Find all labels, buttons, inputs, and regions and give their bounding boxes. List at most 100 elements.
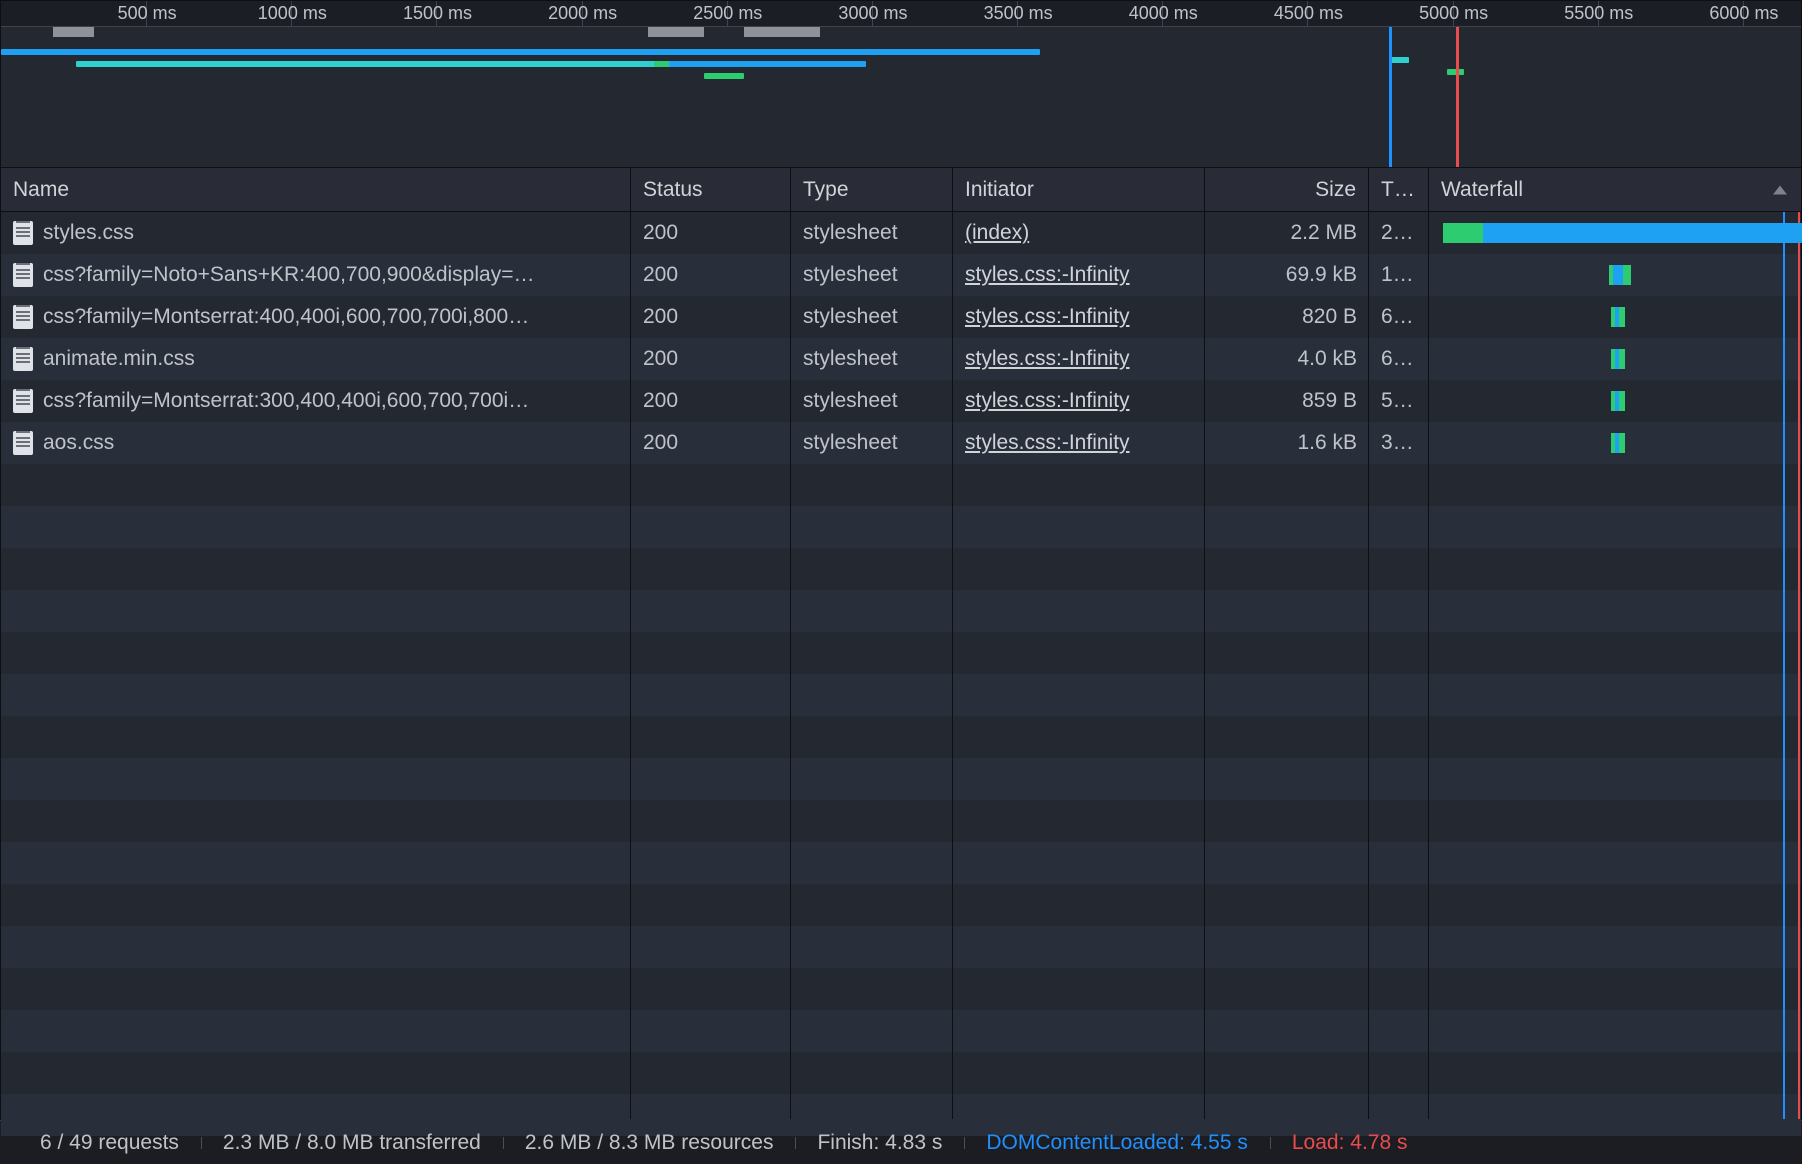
table-row[interactable]: css?family=Montserrat:300,400,400i,600,7… (1, 380, 1801, 422)
cell-time: 3… (1369, 431, 1429, 455)
timeline-tick-label: 5500 ms (1564, 3, 1633, 24)
timeline-tick: 2000 ms (582, 1, 583, 26)
table-row[interactable]: css?family=Noto+Sans+KR:400,700,900&disp… (1, 254, 1801, 296)
cell-name[interactable]: aos.css (1, 431, 631, 455)
cell-waterfall[interactable] (1429, 422, 1801, 464)
overview-gray-segment (53, 27, 94, 37)
waterfall-tail-segment (1619, 349, 1625, 369)
cell-status: 200 (631, 263, 791, 287)
cell-initiator: styles.css:-Infinity (953, 431, 1205, 455)
cell-time: 1… (1369, 263, 1429, 287)
cell-initiator: (index) (953, 221, 1205, 245)
cell-size: 2.2 MB (1205, 221, 1369, 245)
waterfall-tail-segment (1619, 307, 1625, 327)
table-row[interactable]: css?family=Montserrat:400,400i,600,700,7… (1, 296, 1801, 338)
column-header-initiator[interactable]: Initiator (953, 168, 1205, 211)
column-header-size[interactable]: Size (1205, 168, 1369, 211)
status-dcl: DOMContentLoaded: 4.55 s (964, 1131, 1270, 1155)
cell-waterfall[interactable] (1429, 254, 1801, 296)
cell-name[interactable]: styles.css (1, 221, 631, 245)
file-icon (13, 263, 33, 287)
timeline-tick-label: 3500 ms (984, 3, 1053, 24)
overview-bar (76, 61, 668, 67)
cell-size: 820 B (1205, 305, 1369, 329)
overview-gray-segment (744, 27, 819, 37)
file-name: aos.css (43, 431, 114, 455)
timeline-overview[interactable]: 500 ms1000 ms1500 ms2000 ms2500 ms3000 m… (0, 0, 1802, 168)
overview-bar (704, 73, 745, 79)
initiator-link[interactable]: (index) (965, 221, 1029, 244)
cell-status: 200 (631, 347, 791, 371)
timeline-tick: 4000 ms (1162, 1, 1163, 26)
timeline-tick-label: 1000 ms (258, 3, 327, 24)
timeline-tick-label: 2000 ms (548, 3, 617, 24)
cell-name[interactable]: css?family=Montserrat:300,400,400i,600,7… (1, 389, 631, 413)
initiator-link[interactable]: styles.css:-Infinity (965, 389, 1130, 412)
cell-status: 200 (631, 389, 791, 413)
waterfall-bar (1611, 391, 1625, 411)
overview-bar (1389, 57, 1409, 63)
initiator-link[interactable]: styles.css:-Infinity (965, 305, 1130, 328)
cell-initiator: styles.css:-Infinity (953, 305, 1205, 329)
file-name: styles.css (43, 221, 134, 245)
file-name: css?family=Montserrat:400,400i,600,700,7… (43, 305, 529, 329)
cell-type: stylesheet (791, 347, 953, 371)
waterfall-tail-segment (1619, 391, 1625, 411)
waterfall-bar (1611, 349, 1625, 369)
file-icon (13, 347, 33, 371)
column-header-type[interactable]: Type (791, 168, 953, 211)
column-header-waterfall[interactable]: Waterfall (1429, 168, 1801, 211)
timeline-tick-label: 2500 ms (693, 3, 762, 24)
waterfall-download-segment (1483, 223, 1802, 243)
overview-bar (669, 61, 866, 67)
waterfall-tail-segment (1619, 433, 1625, 453)
timeline-tick: 2500 ms (727, 1, 728, 26)
column-header-name[interactable]: Name (1, 168, 631, 211)
timeline-tick: 6000 ms (1743, 1, 1744, 26)
initiator-link[interactable]: styles.css:-Infinity (965, 431, 1130, 454)
waterfall-tail-segment (1623, 265, 1631, 285)
cell-waterfall[interactable] (1429, 338, 1801, 380)
timeline-tick: 5000 ms (1453, 1, 1454, 26)
cell-size: 69.9 kB (1205, 263, 1369, 287)
column-header-time[interactable]: T… (1369, 168, 1429, 211)
cell-name[interactable]: css?family=Montserrat:400,400i,600,700,7… (1, 305, 631, 329)
table-row[interactable]: animate.min.css200stylesheet styles.css:-… (1, 338, 1801, 380)
cell-initiator: styles.css:-Infinity (953, 263, 1205, 287)
cell-size: 859 B (1205, 389, 1369, 413)
timeline-body[interactable] (1, 27, 1801, 167)
cell-size: 4.0 kB (1205, 347, 1369, 371)
column-header-status[interactable]: Status (631, 168, 791, 211)
cell-name[interactable]: animate.min.css (1, 347, 631, 371)
file-name: css?family=Noto+Sans+KR:400,700,900&disp… (43, 263, 534, 287)
waterfall-bar (1611, 433, 1625, 453)
initiator-link[interactable]: styles.css:-Infinity (965, 347, 1130, 370)
timeline-tick: 3500 ms (1017, 1, 1018, 26)
status-transferred: 2.3 MB / 8.0 MB transferred (201, 1131, 503, 1155)
cell-initiator: styles.css:-Infinity (953, 347, 1205, 371)
timeline-tick-label: 4500 ms (1274, 3, 1343, 24)
timeline-ruler[interactable]: 500 ms1000 ms1500 ms2000 ms2500 ms3000 m… (1, 1, 1801, 27)
initiator-link[interactable]: styles.css:-Infinity (965, 263, 1130, 286)
cell-status: 200 (631, 221, 791, 245)
waterfall-bar (1443, 223, 1802, 243)
cell-waterfall[interactable] (1429, 212, 1801, 254)
timeline-tick: 1500 ms (436, 1, 437, 26)
table-body[interactable]: styles.css200stylesheet(index)2.2 MB2…cs… (0, 212, 1802, 1120)
cell-name[interactable]: css?family=Noto+Sans+KR:400,700,900&disp… (1, 263, 631, 287)
file-icon (13, 389, 33, 413)
file-icon (13, 221, 33, 245)
table-row[interactable]: aos.css200stylesheetstyles.css:-Infinity… (1, 422, 1801, 464)
cell-waterfall[interactable] (1429, 380, 1801, 422)
waterfall-download-segment (1613, 265, 1623, 285)
table-row[interactable]: styles.css 200stylesheet (index) 2.2 MB2… (1, 212, 1801, 254)
overview-bar (1, 49, 1040, 55)
cell-time: 2… (1369, 221, 1429, 245)
cell-type: stylesheet (791, 389, 953, 413)
cell-waterfall[interactable] (1429, 296, 1801, 338)
timeline-tick: 4500 ms (1307, 1, 1308, 26)
cell-time: 6… (1369, 347, 1429, 371)
status-finish: Finish: 4.83 s (795, 1131, 964, 1155)
overview-gray-segment (648, 27, 703, 37)
cell-type: stylesheet (791, 221, 953, 245)
